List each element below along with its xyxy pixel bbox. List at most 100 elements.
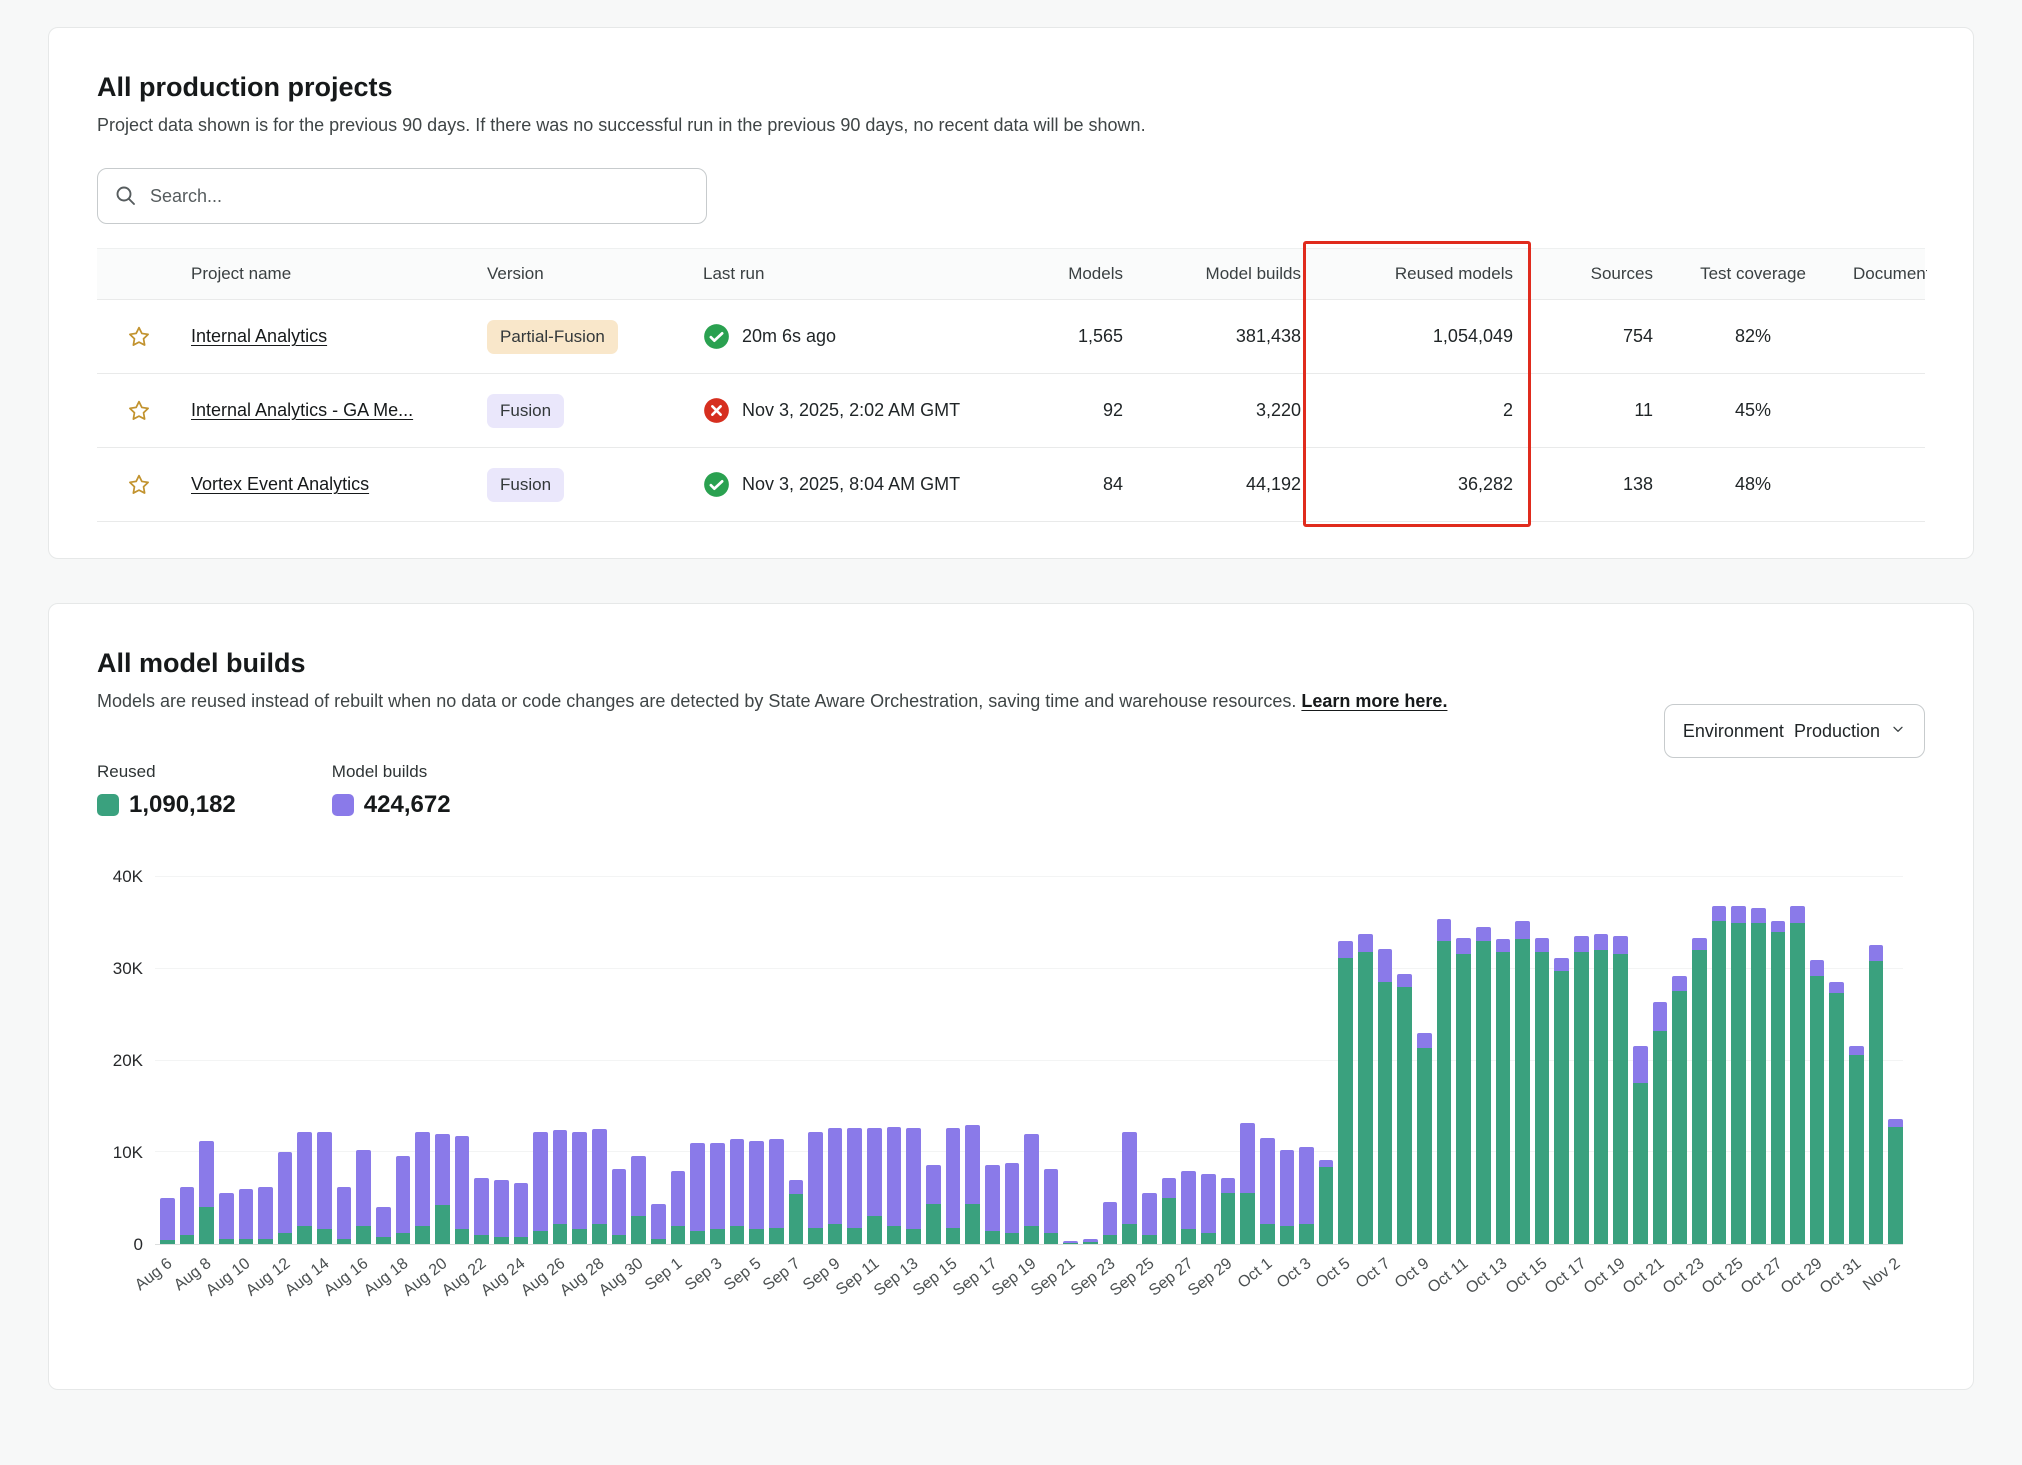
test-coverage-value: 45% [1663, 400, 1843, 421]
bar-sep-4 [730, 877, 745, 1244]
x-tick-label: Aug 18 [361, 1255, 412, 1300]
bar-aug-27 [572, 877, 587, 1244]
x-tick-label: Sep 7 [760, 1255, 804, 1295]
success-status-icon [703, 323, 730, 350]
reused-models-count: 36,282 [1311, 474, 1523, 495]
project-name-link[interactable]: Internal Analytics - GA Me... [191, 400, 413, 420]
bar-sep-14 [926, 877, 941, 1244]
bar-aug-30 [631, 877, 646, 1244]
y-tick-label: 30K [113, 959, 143, 979]
favorite-star-button[interactable] [122, 394, 156, 428]
table-row: Internal Analytics - GA Me... Fusion Nov… [97, 374, 1925, 448]
models-count: 1,565 [1013, 326, 1133, 347]
x-tick-label: Oct 11 [1425, 1255, 1472, 1297]
favorite-star-button[interactable] [122, 468, 156, 502]
builds-subtitle-text: Models are reused instead of rebuilt whe… [97, 691, 1296, 711]
table-row: Vortex Event Analytics Fusion Nov 3, 202… [97, 448, 1925, 522]
bar-oct-5 [1338, 877, 1353, 1244]
bar-oct-23 [1692, 877, 1707, 1244]
reused-models-count: 2 [1311, 400, 1523, 421]
bar-aug-11 [258, 877, 273, 1244]
bar-aug-29 [612, 877, 627, 1244]
bar-sep-6 [769, 877, 784, 1244]
bar-sep-15 [946, 877, 961, 1244]
bar-oct-21 [1653, 877, 1668, 1244]
stacked-bar-chart: 010K20K30K40K Aug 6Aug 8Aug 10Aug 12Aug … [97, 877, 1925, 1333]
bar-aug-20 [435, 877, 450, 1244]
x-tick-label: Oct 5 [1313, 1255, 1354, 1293]
bar-aug-13 [297, 877, 312, 1244]
bar-aug-14 [317, 877, 332, 1244]
legend-label: Model builds [332, 762, 451, 782]
col-project-name: Project name [181, 264, 477, 284]
chart-plot [155, 877, 1903, 1245]
bar-oct-16 [1554, 877, 1569, 1244]
bar-sep-27 [1181, 877, 1196, 1244]
col-models: Models [1013, 264, 1133, 284]
bar-aug-10 [239, 877, 254, 1244]
environment-dropdown[interactable]: Environment Production [1664, 704, 1925, 758]
bar-sep-30 [1240, 877, 1255, 1244]
x-tick-label: Oct 3 [1274, 1255, 1315, 1293]
bar-aug-9 [219, 877, 234, 1244]
bar-sep-25 [1142, 877, 1157, 1244]
col-documentation: Documentation [1843, 264, 1927, 284]
bar-aug-23 [494, 877, 509, 1244]
bar-aug-17 [376, 877, 391, 1244]
error-status-icon [703, 397, 730, 424]
x-tick-label: Oct 15 [1502, 1255, 1550, 1298]
bar-aug-31 [651, 877, 666, 1244]
project-name-link[interactable]: Internal Analytics [191, 326, 327, 346]
x-tick-label: Sep 17 [950, 1255, 1001, 1300]
bar-oct-3 [1299, 877, 1314, 1244]
chart-x-labels: Aug 6Aug 8Aug 10Aug 12Aug 14Aug 16Aug 18… [155, 1245, 1903, 1333]
version-badge: Fusion [487, 468, 564, 502]
x-tick-label: Sep 15 [910, 1255, 961, 1300]
test-coverage-value: 48% [1663, 474, 1843, 495]
learn-more-link[interactable]: Learn more here. [1301, 691, 1447, 711]
projects-card-title: All production projects [97, 72, 1925, 103]
bar-oct-9 [1417, 877, 1432, 1244]
last-run-text: 20m 6s ago [742, 326, 836, 347]
search-input[interactable] [97, 168, 707, 224]
bar-aug-18 [396, 877, 411, 1244]
bar-oct-24 [1712, 877, 1727, 1244]
x-tick-label: Aug 22 [439, 1255, 490, 1300]
bar-nov-1 [1869, 877, 1884, 1244]
bar-sep-22 [1083, 877, 1098, 1244]
bar-aug-28 [592, 877, 607, 1244]
x-tick-label: Sep 3 [682, 1255, 726, 1295]
bar-sep-18 [1005, 877, 1020, 1244]
bar-oct-20 [1633, 877, 1648, 1244]
y-tick-label: 20K [113, 1051, 143, 1071]
x-tick-label: Sep 19 [989, 1255, 1040, 1300]
x-tick-label: Aug 10 [203, 1255, 254, 1300]
col-last-run: Last run [693, 264, 1013, 284]
legend-item-reused: Reused 1,090,182 [97, 762, 236, 819]
x-tick-label: Aug 28 [557, 1255, 608, 1300]
bar-sep-3 [710, 877, 725, 1244]
bar-oct-17 [1574, 877, 1589, 1244]
bar-aug-15 [337, 877, 352, 1244]
models-count: 84 [1013, 474, 1133, 495]
x-tick-label: Sep 1 [643, 1255, 687, 1295]
col-test-coverage: Test coverage [1663, 264, 1843, 284]
bar-sep-20 [1044, 877, 1059, 1244]
bar-oct-10 [1437, 877, 1452, 1244]
x-tick-label: Sep 29 [1185, 1255, 1236, 1300]
bar-aug-12 [278, 877, 293, 1244]
legend-label: Reused [97, 762, 236, 782]
bar-sep-21 [1063, 877, 1078, 1244]
bar-oct-18 [1594, 877, 1609, 1244]
favorite-star-button[interactable] [122, 320, 156, 354]
project-name-link[interactable]: Vortex Event Analytics [191, 474, 369, 494]
chevron-down-icon [1890, 721, 1906, 742]
x-tick-label: Aug 24 [478, 1255, 529, 1300]
x-tick-label: Oct 31 [1817, 1255, 1865, 1298]
x-tick-label: Sep 23 [1068, 1255, 1119, 1300]
legend-item-model-builds: Model builds 424,672 [332, 762, 451, 819]
x-tick-label: Aug 26 [518, 1255, 569, 1300]
reused-swatch-icon [97, 794, 119, 816]
y-tick-label: 40K [113, 867, 143, 887]
last-run-text: Nov 3, 2025, 2:02 AM GMT [742, 400, 960, 421]
